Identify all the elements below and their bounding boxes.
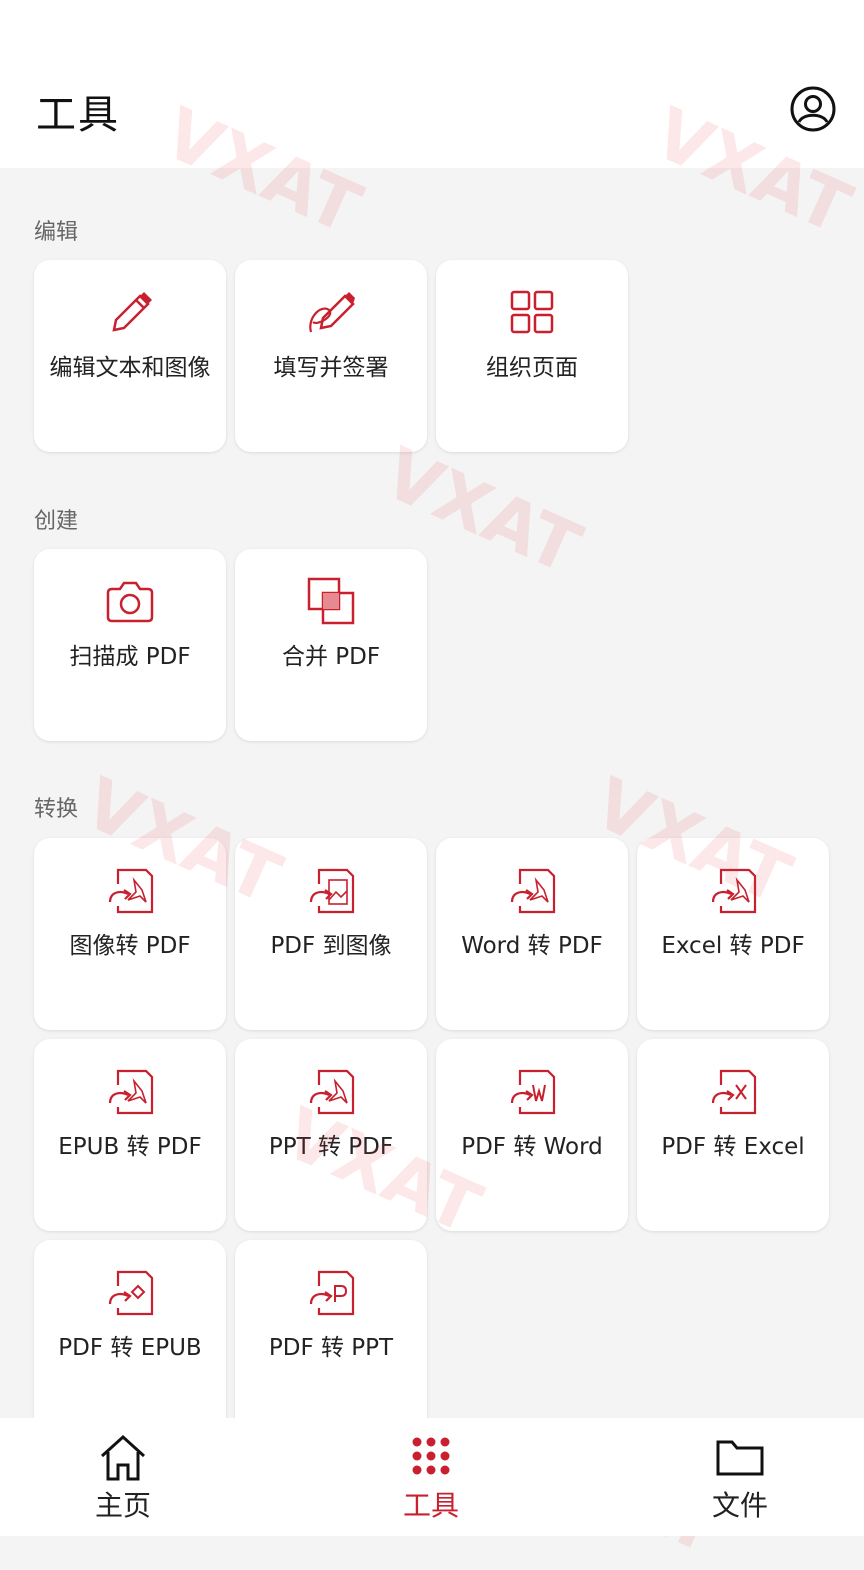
dots-grid-icon [412, 1437, 450, 1475]
pdf-to-ppt-icon [309, 1270, 355, 1316]
tool-label: PDF 到图像 [270, 933, 392, 959]
tool-pdf-to-image[interactable]: PDF 到图像 [235, 838, 427, 1030]
bottom-nav: 主页 工具 文件 [0, 1418, 864, 1536]
tool-label: PDF 转 EPUB [58, 1335, 202, 1361]
home-icon [100, 1434, 146, 1481]
tool-label: 图像转 PDF [69, 933, 191, 959]
tool-scan-to-pdf[interactable]: 扫描成 PDF [34, 549, 226, 741]
image-to-pdf-icon [108, 868, 154, 914]
folder-icon [716, 1440, 764, 1476]
tool-merge-pdf[interactable]: 合并 PDF [235, 549, 427, 741]
tool-excel-to-pdf[interactable]: Excel 转 PDF [637, 838, 829, 1030]
pdf-to-word-icon [510, 1069, 556, 1115]
epub-to-pdf-icon [108, 1069, 154, 1115]
word-to-pdf-icon [510, 868, 556, 914]
tool-label: EPUB 转 PDF [58, 1134, 202, 1160]
section-label-create: 创建 [34, 509, 79, 534]
account-icon [790, 86, 836, 132]
tool-label: PDF 转 Word [461, 1134, 603, 1160]
nav-label-home: 主页 [94, 1489, 151, 1522]
tool-pdf-to-ppt[interactable]: PDF 转 PPT [235, 1240, 427, 1432]
tool-word-to-pdf[interactable]: Word 转 PDF [436, 838, 628, 1030]
pdf-to-image-icon [309, 868, 355, 914]
tool-epub-to-pdf[interactable]: EPUB 转 PDF [34, 1039, 226, 1231]
account-button[interactable] [788, 84, 838, 134]
section-label-convert: 转换 [34, 797, 79, 822]
app-header: 工具 [0, 0, 864, 168]
tool-label: Excel 转 PDF [661, 933, 805, 959]
nav-label-files: 文件 [711, 1489, 768, 1522]
nav-item-home[interactable]: 主页 [53, 1418, 193, 1536]
section-label-edit: 编辑 [34, 220, 79, 245]
tool-image-to-pdf[interactable]: 图像转 PDF [34, 838, 226, 1030]
tool-label: 编辑文本和图像 [49, 355, 211, 381]
nav-item-files[interactable]: 文件 [670, 1418, 810, 1536]
excel-to-pdf-icon [711, 868, 757, 914]
pdf-to-excel-icon [711, 1069, 757, 1115]
tool-pdf-to-excel[interactable]: PDF 转 Excel [637, 1039, 829, 1231]
tool-label: PDF 转 Excel [661, 1134, 805, 1160]
tool-edit-text-image[interactable]: 编辑文本和图像 [34, 260, 226, 452]
camera-icon [106, 581, 154, 623]
tool-pdf-to-word[interactable]: PDF 转 Word [436, 1039, 628, 1231]
merge-icon [307, 577, 355, 625]
nav-item-tools[interactable]: 工具 [361, 1418, 501, 1536]
tool-label: 扫描成 PDF [69, 644, 191, 670]
pdf-to-epub-icon [108, 1270, 154, 1316]
ppt-to-pdf-icon [309, 1069, 355, 1115]
tool-label: 合并 PDF [281, 644, 381, 670]
tool-label: PDF 转 PPT [268, 1335, 394, 1361]
tool-pdf-to-epub[interactable]: PDF 转 EPUB [34, 1240, 226, 1432]
sign-pen-icon [309, 292, 355, 333]
pencil-icon [112, 292, 152, 332]
grid-icon [510, 290, 554, 334]
tool-fill-sign[interactable]: 填写并签署 [235, 260, 427, 452]
tool-organize-pages[interactable]: 组织页面 [436, 260, 628, 452]
page-title: 工具 [36, 92, 120, 138]
nav-label-tools: 工具 [402, 1489, 459, 1522]
tool-label: 填写并签署 [273, 355, 389, 381]
tool-label: PPT 转 PDF [268, 1134, 394, 1160]
tool-label: 组织页面 [486, 355, 578, 381]
tool-ppt-to-pdf[interactable]: PPT 转 PDF [235, 1039, 427, 1231]
tool-label: Word 转 PDF [461, 933, 603, 959]
